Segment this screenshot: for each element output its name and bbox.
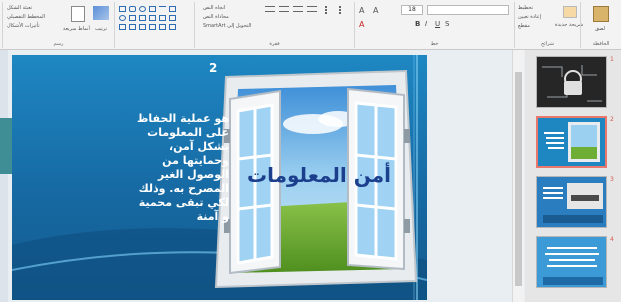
rounded-rect-shape-icon[interactable]	[129, 6, 136, 12]
star-shape-icon[interactable]	[119, 24, 126, 30]
quick-styles-button[interactable]: أنماط سريعة	[63, 26, 90, 32]
square-shape-icon[interactable]	[149, 6, 156, 12]
thumbnail-number: 3	[610, 176, 614, 183]
align-center-icon[interactable]	[279, 6, 289, 12]
text-direction-button[interactable]: اتجاه النص	[203, 5, 225, 11]
shapes-gallery[interactable]	[114, 2, 194, 48]
drawing-group-label: رسم	[53, 41, 64, 47]
new-slide-button[interactable]: شريحة جديدة	[555, 22, 583, 28]
paste-button[interactable]: لصق	[595, 26, 605, 32]
slides-group-label: شرائح	[541, 41, 554, 47]
thumbnail-number: 1	[610, 56, 614, 63]
thumbnail-number: 4	[610, 236, 614, 243]
thumbnail-lock-image	[537, 57, 606, 107]
font-color-icon[interactable]: A	[359, 20, 367, 29]
slides-group: تخطيط إعادة تعيين مقطع شريحة جديدة شرائح	[514, 2, 583, 48]
align-left-icon[interactable]	[293, 6, 303, 12]
slide-thumbnail-selected[interactable]	[536, 116, 607, 168]
wave-shape-icon[interactable]	[159, 24, 166, 30]
clipboard-group: لصق الحافظة	[580, 2, 621, 48]
rectangle-shape-icon[interactable]	[119, 6, 126, 12]
slide-thumbnail[interactable]	[536, 236, 607, 288]
vertical-scrollbar[interactable]	[512, 50, 524, 302]
clear-formatting-icon[interactable]: A	[359, 6, 367, 15]
shape-effects-button[interactable]: تأثيرات الأشكال	[7, 23, 40, 29]
cube-shape-icon[interactable]	[149, 15, 156, 21]
shape-outline-button[interactable]: المخطط التفصيلي	[7, 14, 45, 20]
slide-thumbnail[interactable]	[536, 56, 607, 108]
font-name-field[interactable]	[427, 5, 509, 15]
slide-canvas[interactable]: 2 هو عملية الحفاظ على المعلومات بشكل آمن…	[12, 55, 427, 300]
callout-shape-icon[interactable]	[169, 15, 176, 21]
oval-shape-icon[interactable]	[139, 6, 146, 12]
font-size-field[interactable]: 18	[401, 5, 423, 15]
new-slide-icon[interactable]	[563, 6, 577, 18]
drawing-group: تعبئة الشكل المخطط التفصيلي تأثيرات الأش…	[2, 2, 114, 48]
pentagon-shape-icon[interactable]	[159, 15, 166, 21]
thumbnail-number: 2	[610, 116, 614, 123]
align-text-button[interactable]: محاذاة النص	[203, 14, 229, 20]
quick-styles-icon[interactable]	[71, 6, 85, 22]
thumbnail-window-image	[538, 118, 605, 166]
numbering-icon[interactable]	[339, 6, 349, 14]
align-right-icon[interactable]	[265, 6, 275, 12]
ribbon: تعبئة الشكل المخطط التفصيلي تأثيرات الأش…	[0, 0, 621, 50]
shadow-icon[interactable]: S	[445, 20, 449, 28]
font-group: A A 18 A B I U S خط	[354, 2, 514, 48]
hexagon-shape-icon[interactable]	[139, 15, 146, 21]
slide-thumbnail[interactable]	[536, 176, 607, 228]
layout-button[interactable]: تخطيط	[518, 5, 533, 11]
reset-button[interactable]: إعادة تعيين	[518, 14, 541, 20]
freeform-shape-icon[interactable]	[169, 24, 176, 30]
clipboard-group-label: الحافظة	[592, 41, 610, 47]
section-button[interactable]: مقطع	[518, 23, 530, 29]
bold-icon[interactable]: B	[415, 20, 420, 28]
scrollbar-thumb[interactable]	[515, 72, 522, 286]
powerpoint-window: تعبئة الشكل المخطط التفصيلي تأثيرات الأش…	[0, 0, 621, 302]
italic-icon[interactable]: I	[425, 20, 427, 28]
slide-thumbnails-panel: 1 2 3 4	[525, 50, 621, 302]
curve-shape-icon[interactable]	[149, 24, 156, 30]
editor-margin	[0, 50, 8, 302]
arrow-shape-icon[interactable]	[129, 15, 136, 21]
bracket-shape-icon[interactable]	[139, 24, 146, 30]
smartart-button[interactable]: التحويل إلى SmartArt	[203, 23, 251, 29]
triangle-shape-icon[interactable]	[169, 6, 176, 12]
paste-icon[interactable]	[593, 6, 609, 22]
arrange-button[interactable]: ترتيب	[95, 26, 107, 32]
bullets-icon[interactable]	[325, 6, 335, 14]
paragraph-group-label: فقرة	[269, 41, 280, 47]
paragraph-group: اتجاه النص محاذاة النص التحويل إلى Smart…	[194, 2, 354, 48]
font-group-label: خط	[430, 41, 439, 47]
shape-fill-button[interactable]: تعبئة الشكل	[7, 5, 32, 11]
increase-font-icon[interactable]: A	[373, 6, 381, 15]
slide-number: 2	[209, 61, 218, 75]
arrange-icon[interactable]	[93, 6, 109, 20]
thumbnail-content-image	[537, 177, 606, 227]
thumbnail-text-image	[537, 237, 606, 287]
justify-icon[interactable]	[307, 6, 317, 12]
side-tab-decoration	[0, 118, 12, 174]
line-shape-icon[interactable]	[159, 6, 166, 12]
underline-icon[interactable]: U	[435, 20, 440, 28]
slide-body-text[interactable]: هو عملية الحفاظ على المعلومات بشكل آمن، …	[133, 112, 229, 224]
circle-shape-icon[interactable]	[119, 15, 126, 21]
brace-shape-icon[interactable]	[129, 24, 136, 30]
slide-title[interactable]: أمن المعلومات	[247, 163, 391, 187]
